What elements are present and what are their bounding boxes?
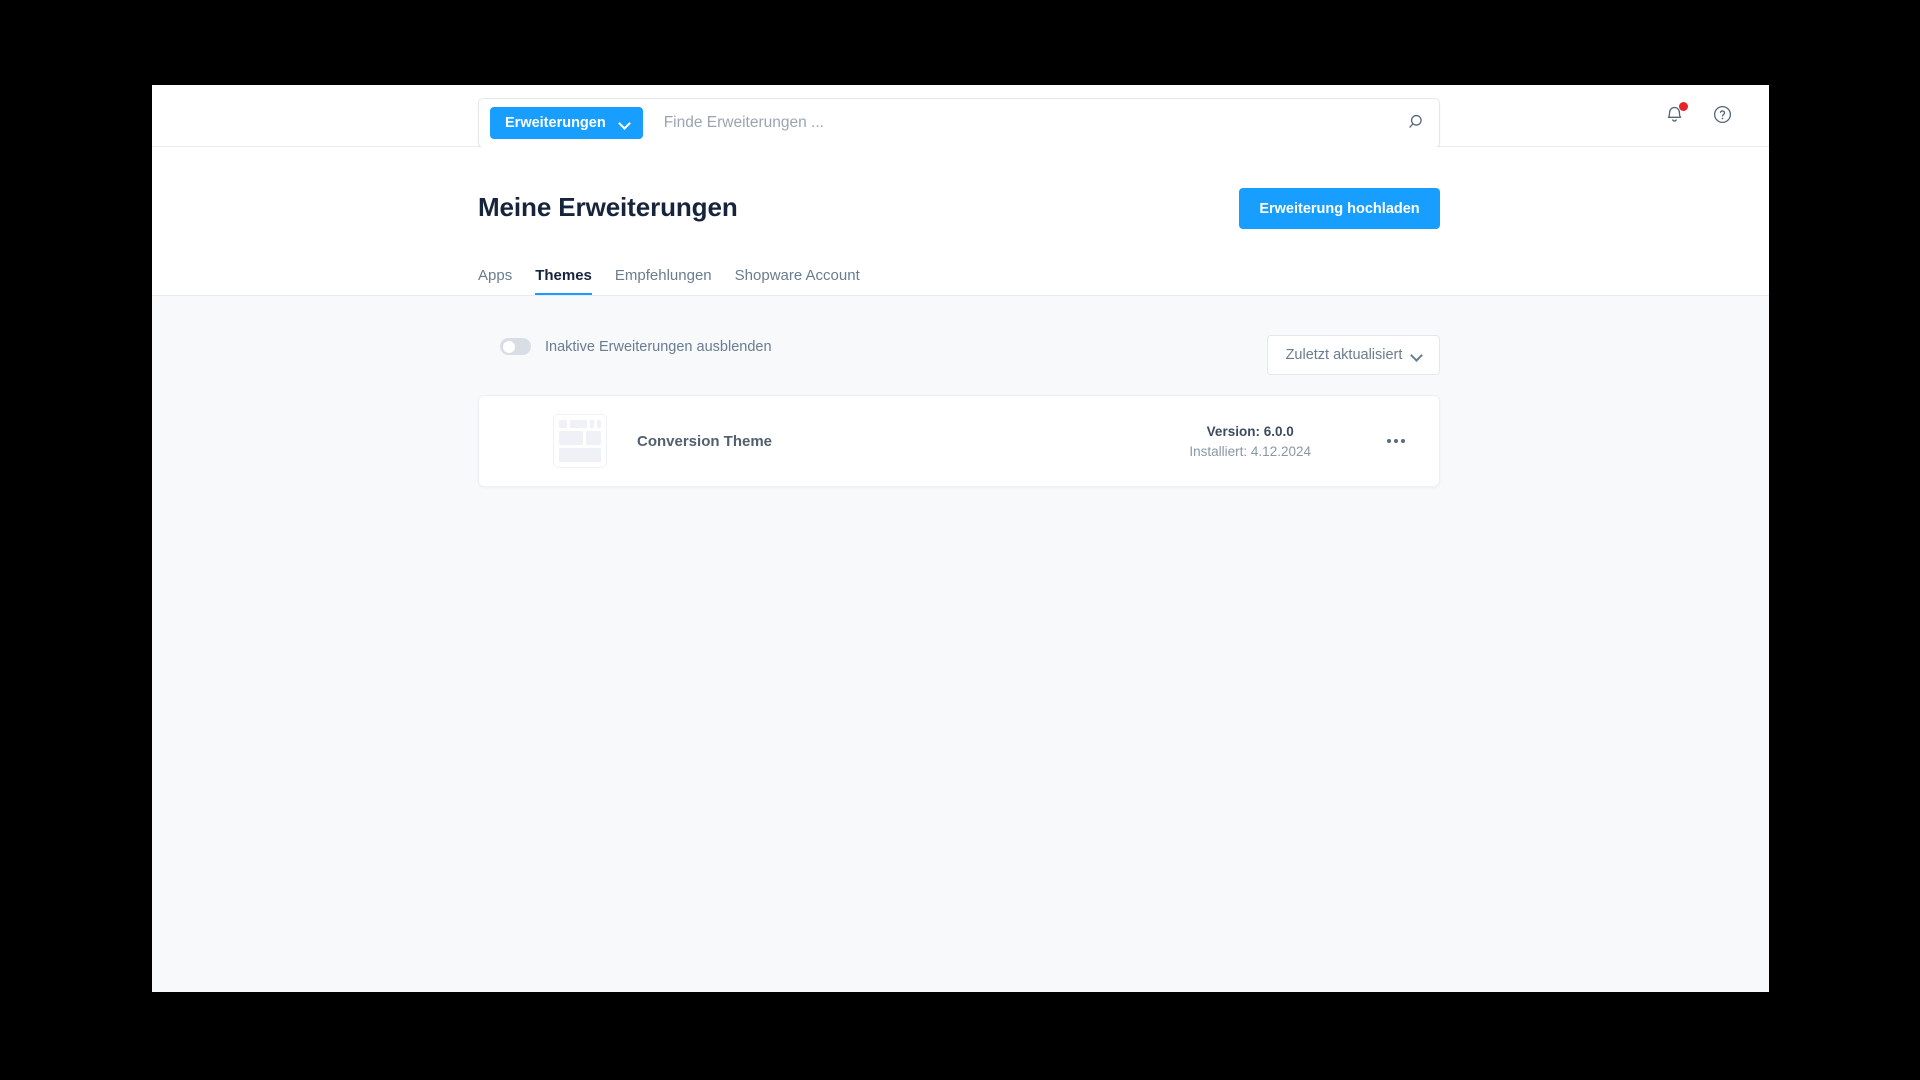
filter-bar: Inaktive Erweiterungen ausblenden Zuletz… xyxy=(478,335,1440,375)
thumb-row-middle xyxy=(559,430,601,446)
tab-apps[interactable]: Apps xyxy=(478,267,512,295)
extension-list: Conversion Theme Version: 6.0.0 Installi… xyxy=(478,395,1440,487)
sort-dropdown[interactable]: Zuletzt aktualisiert xyxy=(1267,335,1440,375)
app-viewport: Erweiterungen Finde Erweiterungen ... Me… xyxy=(152,85,1769,992)
help-circle-icon xyxy=(1712,104,1733,128)
row-context-menu-button[interactable] xyxy=(1379,424,1413,458)
extension-name: Conversion Theme xyxy=(637,432,773,450)
top-bar: Erweiterungen xyxy=(152,85,1769,148)
search-icon xyxy=(1408,113,1426,133)
hide-inactive-label: Inaktive Erweiterungen ausblenden xyxy=(545,338,772,355)
page-header: Meine Erweiterungen Erweiterung hochlade… xyxy=(152,147,1769,296)
chevron-down-icon xyxy=(1411,350,1421,360)
thumb-block xyxy=(559,448,601,462)
extension-version: Version: 6.0.0 xyxy=(1206,423,1294,439)
thumb-block xyxy=(559,420,567,428)
thumb-row-top xyxy=(559,420,601,428)
tab-bar: Apps Themes Empfehlungen Shopware Accoun… xyxy=(478,251,860,295)
tab-shopware-account[interactable]: Shopware Account xyxy=(735,267,860,295)
thumb-block xyxy=(597,420,601,428)
more-horizontal-icon xyxy=(1401,439,1405,443)
toggle-knob xyxy=(502,340,515,353)
table-row[interactable]: Conversion Theme Version: 6.0.0 Installi… xyxy=(478,395,1440,487)
search-scope-label: Erweiterungen xyxy=(505,115,606,131)
tab-empfehlungen[interactable]: Empfehlungen xyxy=(615,267,712,295)
thumb-block xyxy=(590,420,594,428)
chevron-down-icon xyxy=(619,118,630,129)
extension-meta: Version: 6.0.0 Installiert: 4.12.2024 xyxy=(1189,424,1311,459)
help-button[interactable] xyxy=(1707,101,1737,131)
search-scope-dropdown[interactable]: Erweiterungen xyxy=(490,107,643,139)
sort-dropdown-label: Zuletzt aktualisiert xyxy=(1285,347,1403,363)
notifications-button[interactable] xyxy=(1659,101,1689,131)
search-submit-button[interactable] xyxy=(1395,99,1439,147)
theme-placeholder-icon xyxy=(553,414,607,468)
more-horizontal-icon xyxy=(1394,439,1398,443)
thumb-block xyxy=(586,430,601,446)
more-horizontal-icon xyxy=(1387,439,1391,443)
toggle-knob xyxy=(502,443,515,456)
toggle-switch-hide-inactive[interactable] xyxy=(500,338,531,355)
hide-inactive-toggle[interactable]: Inaktive Erweiterungen ausblenden xyxy=(500,338,772,355)
upload-extension-button[interactable]: Erweiterung hochladen xyxy=(1239,188,1440,229)
top-bar-actions xyxy=(1659,85,1759,147)
global-search-bar[interactable]: Erweiterungen xyxy=(478,98,1440,148)
page-title: Meine Erweiterungen xyxy=(478,192,738,222)
content-area: Inaktive Erweiterungen ausblenden Zuletz… xyxy=(152,296,1769,992)
thumb-block xyxy=(570,420,587,428)
thumb-block xyxy=(559,430,583,446)
search-input[interactable] xyxy=(663,114,1395,132)
notification-badge xyxy=(1679,102,1688,111)
thumb-row-bottom xyxy=(559,448,601,462)
tab-themes[interactable]: Themes xyxy=(535,267,592,295)
extension-installed-date: Installiert: 4.12.2024 xyxy=(1189,443,1311,459)
